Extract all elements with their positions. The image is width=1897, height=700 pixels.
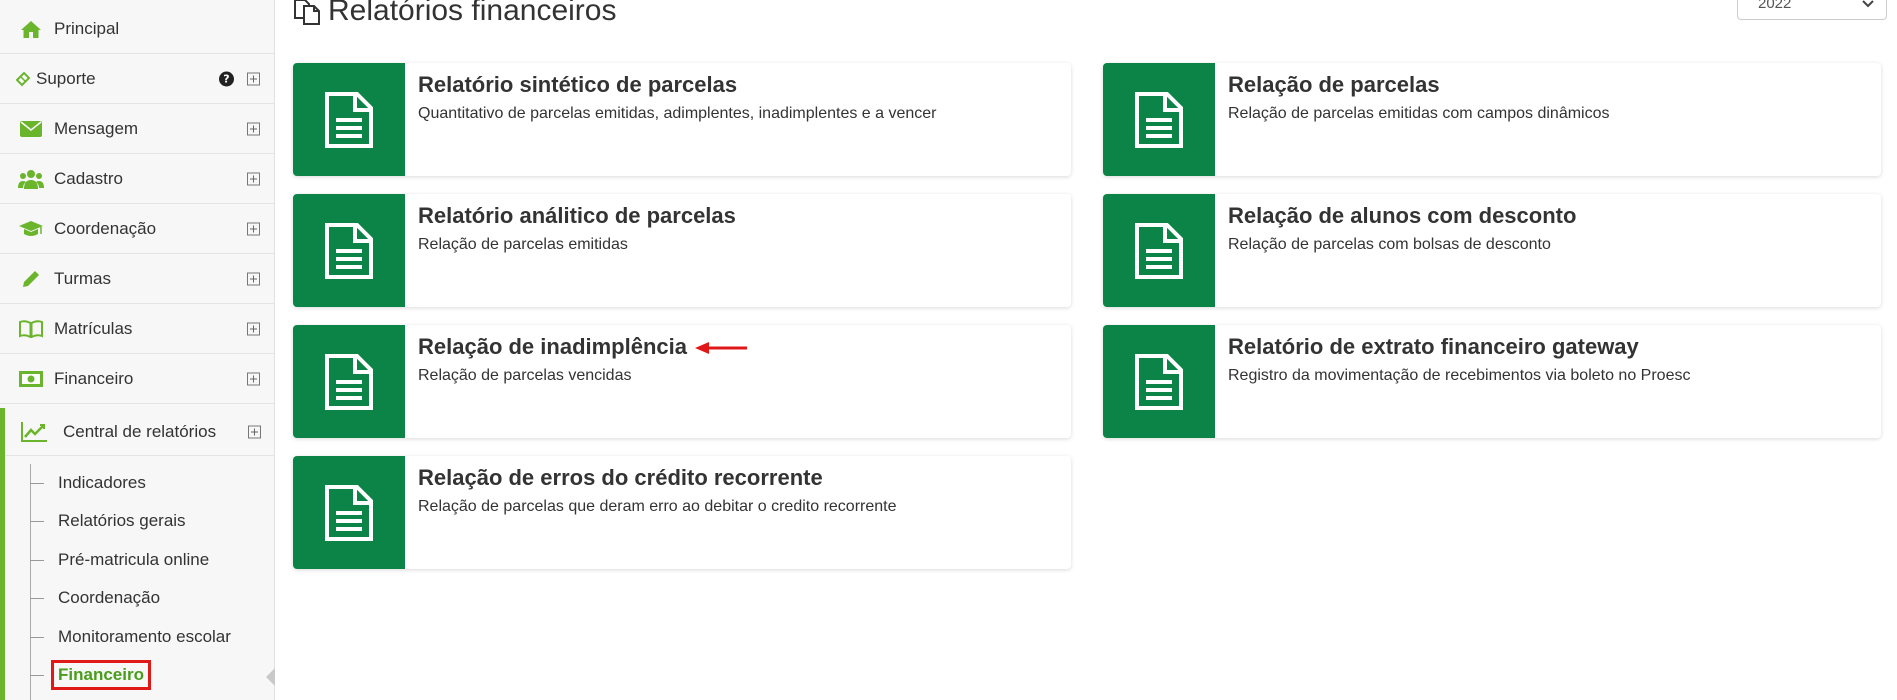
sidebar-collapse-handle[interactable]: [266, 668, 275, 686]
sidebar: Principal Suporte ? Mensagem Cadastro Co…: [0, 0, 275, 700]
submenu-header[interactable]: Central de relatórios: [5, 408, 275, 456]
red-arrow-annotation: [695, 342, 747, 354]
report-card[interactable]: Relação de alunos com desconto Relação d…: [1103, 194, 1881, 307]
document-icon: [1103, 194, 1215, 307]
expand-icon[interactable]: [247, 372, 260, 385]
envelope-icon: [18, 118, 44, 140]
page-title-text: Relatórios financeiros: [328, 0, 617, 27]
pencil-icon: [18, 268, 44, 290]
report-card-title: Relatório análitico de parcelas: [418, 203, 736, 228]
line-chart-icon: [20, 421, 48, 443]
expand-icon[interactable]: [247, 172, 260, 185]
report-card-description: Relação de parcelas emitidas: [418, 236, 628, 253]
report-card-description: Relação de parcelas emitidas com campos …: [1228, 105, 1610, 122]
main-content: Relatórios financeiros 2022 Relatório si…: [276, 0, 1897, 700]
sidebar-item-suporte[interactable]: Suporte ?: [0, 54, 274, 104]
document-icon: [293, 63, 405, 176]
sidebar-item-turmas[interactable]: Turmas: [0, 254, 274, 304]
graduation-cap-icon: [18, 218, 44, 240]
sidebar-item-matriculas[interactable]: Matrículas: [0, 304, 274, 354]
users-icon: [18, 168, 44, 190]
expand-icon[interactable]: [247, 322, 260, 335]
sidebar-item-label: Matrículas: [54, 318, 133, 338]
sidebar-item-principal[interactable]: Principal: [0, 4, 274, 54]
home-icon: [18, 18, 44, 40]
report-card[interactable]: Relação de erros do crédito recorrente R…: [293, 456, 1071, 569]
report-card-title: Relatório sintético de parcelas: [418, 72, 738, 97]
submenu-title: Central de relatórios: [63, 421, 217, 441]
book-icon: [18, 318, 44, 340]
sidebar-item-label: Suporte: [36, 68, 96, 88]
expand-icon[interactable]: [248, 425, 261, 438]
sidebar-item-label: Financeiro: [54, 368, 134, 388]
submenu-item-monitoramento[interactable]: Monitoramento escolar: [30, 618, 231, 656]
expand-icon[interactable]: [247, 72, 260, 85]
report-card-title: Relação de inadimplência: [418, 334, 687, 359]
report-card[interactable]: Relatório sintético de parcelas Quantita…: [293, 63, 1071, 176]
sidebar-item-label: Turmas: [54, 268, 111, 288]
sidebar-item-coordenacao[interactable]: Coordenação: [0, 204, 274, 254]
chevron-down-icon: [1862, 0, 1874, 12]
year-select-value: 2022: [1758, 0, 1792, 12]
ticket-icon: [14, 68, 32, 90]
copy-icon: [292, 0, 322, 26]
report-card-description: Relação de parcelas com bolsas de descon…: [1228, 236, 1551, 253]
report-card-title: Relação de alunos com desconto: [1228, 203, 1577, 228]
report-card[interactable]: Relatório análitico de parcelas Relação …: [293, 194, 1071, 307]
page-title: Relatórios financeiros: [292, 0, 616, 28]
expand-icon[interactable]: [247, 222, 260, 235]
money-icon: [18, 368, 44, 390]
report-card-description: Relação de parcelas vencidas: [418, 367, 632, 384]
year-select[interactable]: 2022: [1737, 0, 1887, 20]
submenu-item-coordenacao[interactable]: Coordenação: [30, 579, 160, 617]
expand-icon[interactable]: [247, 122, 260, 135]
sidebar-item-mensagem[interactable]: Mensagem: [0, 104, 274, 154]
expand-icon[interactable]: [247, 272, 260, 285]
sidebar-item-label: Cadastro: [54, 168, 123, 188]
submenu-item-relatorios-gerais[interactable]: Relatórios gerais: [30, 502, 186, 540]
submenu-item-indicadores[interactable]: Indicadores: [30, 464, 146, 502]
sidebar-item-financeiro[interactable]: Financeiro: [0, 354, 274, 404]
sidebar-item-label: Coordenação: [54, 218, 157, 238]
document-icon: [293, 194, 405, 307]
report-card-description: Quantitativo de parcelas emitidas, adimp…: [418, 105, 937, 122]
report-card[interactable]: Relatório de extrato financeiro gateway …: [1103, 325, 1881, 438]
report-card-title: Relação de parcelas: [1228, 72, 1440, 97]
sidebar-item-label: Mensagem: [54, 118, 139, 138]
report-card-inadimplencia[interactable]: Relação de inadimplência Relação de parc…: [293, 325, 1071, 438]
report-card-title: Relatório de extrato financeiro gateway: [1228, 334, 1639, 359]
report-card-description: Registro da movimentação de recebimentos…: [1228, 367, 1691, 384]
document-icon: [293, 456, 405, 569]
report-card[interactable]: Relação de parcelas Relação de parcelas …: [1103, 63, 1881, 176]
document-icon: [1103, 63, 1215, 176]
submenu-central-relatorios: Central de relatórios Indicadores Relató…: [0, 408, 275, 700]
report-card-description: Relação de parcelas que deram erro ao de…: [418, 498, 897, 515]
sidebar-item-cadastro[interactable]: Cadastro: [0, 154, 274, 204]
document-icon: [293, 325, 405, 438]
sidebar-item-label: Principal: [54, 18, 120, 38]
help-icon[interactable]: ?: [219, 71, 234, 86]
submenu-item-pre-matricula[interactable]: Pré-matricula online: [30, 541, 209, 579]
submenu-item-financeiro[interactable]: Financeiro: [30, 656, 151, 694]
report-card-title: Relação de erros do crédito recorrente: [418, 465, 823, 490]
document-icon: [1103, 325, 1215, 438]
